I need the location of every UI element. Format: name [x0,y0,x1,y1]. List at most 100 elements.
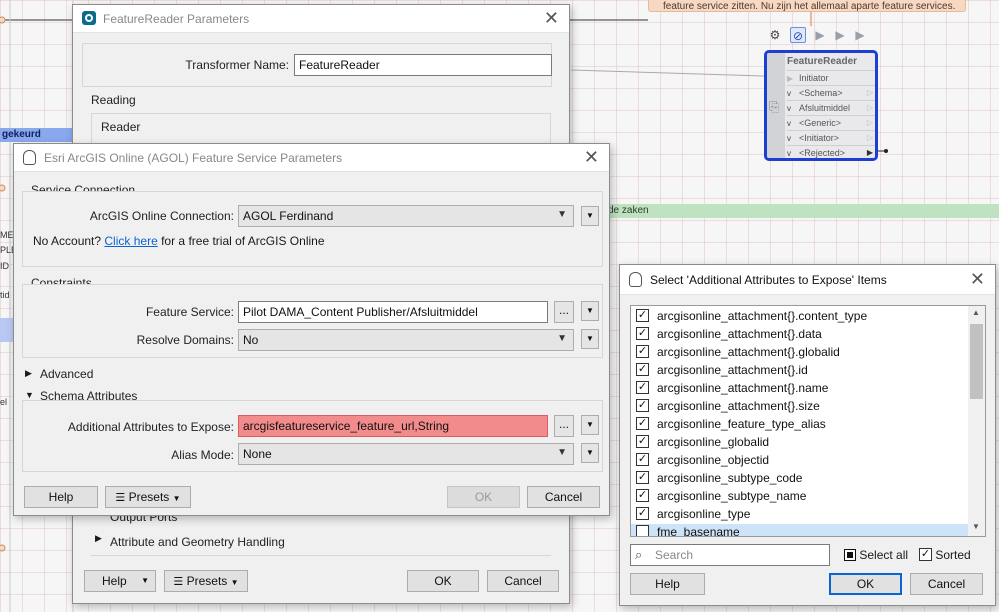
feature-service-label: Feature Service: [145,305,234,319]
checkmark-icon[interactable]: ✓ [636,507,649,521]
checkmark-icon[interactable]: ✓ [636,435,649,449]
feature-service-options-button[interactable]: ▼ [581,301,599,321]
list-item[interactable]: ✓ arcgisonline_attachment{}.data [631,326,969,344]
checkmark-icon[interactable]: ✓ [636,453,649,467]
run-to-icon[interactable]: ▶ [812,27,828,43]
node-output-port[interactable]: v Afsluitmiddel ▷ [787,100,875,115]
list-item[interactable]: ✓ arcgisonline_globalid [631,434,969,452]
checkmark-icon[interactable]: ✓ [636,345,649,359]
run-from-icon[interactable]: ▶ [832,27,848,43]
canvas-bookmark-band[interactable]: de zaken [600,204,999,218]
canvas-bookmark-label[interactable]: gekeurd [0,128,74,142]
connection-options-button[interactable]: ▼ [581,206,599,226]
sorted-checkbox[interactable]: ✓ Sorted [919,547,971,562]
checkmark-icon: ✓ [919,548,932,562]
canvas-fragment-text: ME [0,230,14,240]
presets-button[interactable]: ☰ Presets ▼ [164,570,248,592]
help-button[interactable]: Help ▼ [84,570,156,592]
port-dot [0,16,6,24]
connection-line [570,69,765,77]
close-icon[interactable]: ✕ [970,269,985,289]
list-item-label: fme_basename [657,524,740,537]
ok-button[interactable]: OK [829,573,902,595]
help-button[interactable]: Help [630,573,705,595]
node-output-port[interactable]: v <Initiator> ▷ [787,130,875,145]
checkmark-icon[interactable]: ✓ [636,489,649,503]
transformer-name-input[interactable]: FeatureReader [294,54,552,76]
attributes-list[interactable]: ✓ arcgisonline_attachment{}.content_type ✓… [630,305,986,537]
feature-service-input[interactable]: Pilot DAMA_Content Publisher/Afsluitmidd… [238,301,548,323]
list-item-label: arcgisonline_attachment{}.data [657,326,822,341]
resolve-domains-options-button[interactable]: ▼ [581,329,599,349]
disable-icon[interactable]: ⊘ [790,27,806,43]
list-item[interactable]: ✓ arcgisonline_attachment{}.size [631,398,969,416]
expand-triangle-icon[interactable]: ▶ [25,368,32,379]
list-item[interactable]: ✓ arcgisonline_objectid [631,452,969,470]
checkmark-icon[interactable]: ✓ [636,417,649,431]
list-item[interactable]: fme_basename [631,524,969,537]
checkmark-icon[interactable]: ✓ [636,381,649,395]
list-item[interactable]: ✓ arcgisonline_subtype_code [631,470,969,488]
dropdown-triangle-icon: ▼ [141,576,149,585]
node-output-port[interactable]: v <Schema> ▷ [787,85,875,100]
list-item[interactable]: ✓ arcgisonline_attachment{}.id [631,362,969,380]
list-item-label: arcgisonline_attachment{}.name [657,380,829,395]
cancel-button[interactable]: Cancel [487,570,559,592]
gear-icon[interactable]: ⚙ [767,27,783,43]
attribute-geometry-section[interactable]: Attribute and Geometry Handling [110,535,285,549]
search-input[interactable]: ⌕ Search [630,544,830,566]
list-item[interactable]: ✓ arcgisonline_attachment{}.content_type [631,308,969,326]
resolve-domains-label: Resolve Domains: [136,333,234,347]
no-account-text: No Account? Click here for a free trial … [33,234,325,248]
list-item[interactable]: ✓ arcgisonline_attachment{}.name [631,380,969,398]
alias-mode-select[interactable]: None ▼ [238,443,574,465]
expand-triangle-icon[interactable]: ▶ [95,533,102,544]
feature-service-browse-button[interactable]: ... [554,301,574,323]
checkbox-empty-icon[interactable] [636,525,649,536]
cancel-button[interactable]: Cancel [910,573,983,595]
node-input-port[interactable]: ▶ Initiator [787,70,875,85]
reader-label: Reader [101,120,141,134]
chevron-down-icon: ▼ [557,333,567,344]
connection-end-dot [884,149,888,153]
ok-button[interactable]: OK [407,570,479,592]
additional-attributes-browse-button[interactable]: ... [554,415,574,437]
presets-button[interactable]: ☰ Presets ▼ [105,486,191,508]
list-item[interactable]: ✓ arcgisonline_attachment{}.globalid [631,344,969,362]
list-item[interactable]: ✓ arcgisonline_feature_type_alias [631,416,969,434]
checkmark-icon[interactable]: ✓ [636,363,649,377]
scrollbar[interactable]: ▲ ▼ [968,306,985,536]
node-output-port[interactable]: v <Generic> ▷ [787,115,875,130]
help-button[interactable]: Help [24,486,98,508]
list-item[interactable]: ✓ arcgisonline_subtype_name [631,488,969,506]
run-partial-icon[interactable]: ▶ [852,27,868,43]
additional-attributes-input[interactable]: arcgisfeatureservice_feature_url,String [238,415,548,437]
checkmark-icon[interactable]: ✓ [636,471,649,485]
checkmark-icon[interactable]: ✓ [636,309,649,323]
collapse-triangle-icon[interactable]: ▼ [25,390,34,400]
select-all-checkbox[interactable]: Select all [844,547,908,562]
ok-button[interactable]: OK [447,486,520,508]
checkmark-icon[interactable]: ✓ [636,399,649,413]
cancel-button[interactable]: Cancel [527,486,600,508]
alias-mode-options-button[interactable]: ▼ [581,443,599,463]
feature-reader-node[interactable]: ⎘ FeatureReader ▶ Initiator v <Schema> ▷ vA… [764,50,878,161]
scroll-down-icon[interactable]: ▼ [972,522,980,531]
dropdown-triangle-icon: ▼ [230,578,239,587]
node-output-port[interactable]: v <Rejected> ▶ [787,145,875,158]
checkmark-icon[interactable]: ✓ [636,327,649,341]
click-here-link[interactable]: Click here [104,234,157,248]
advanced-section[interactable]: Advanced [40,367,93,381]
scrollbar-thumb[interactable] [970,324,983,399]
close-icon[interactable]: ✕ [584,147,599,167]
connection-select[interactable]: AGOL Ferdinand ▼ [238,205,574,227]
search-icon: ⌕ [635,547,643,562]
list-item[interactable]: ✓ arcgisonline_type [631,506,969,524]
attributes-list-items: ✓ arcgisonline_attachment{}.content_type ✓… [631,308,969,537]
additional-attributes-options-button[interactable]: ▼ [581,415,599,435]
close-icon[interactable]: ✕ [544,8,559,28]
port-triangle-icon: ▷ [866,88,873,97]
agol-feature-service-parameters-dialog: Esri ArcGIS Online (AGOL) Feature Servic… [13,143,610,516]
resolve-domains-select[interactable]: No ▼ [238,329,574,351]
scroll-up-icon[interactable]: ▲ [972,308,980,317]
